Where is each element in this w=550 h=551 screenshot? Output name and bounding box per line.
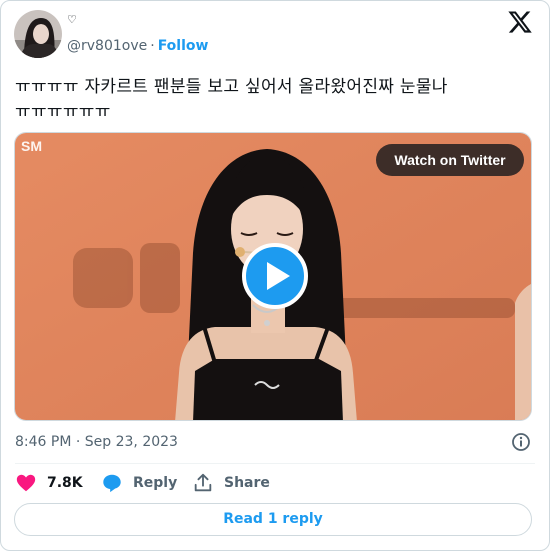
share-label: Share	[224, 475, 270, 491]
author-handle-row: @rv801ove · Follow	[67, 37, 208, 55]
like-count: 7.8K	[47, 475, 83, 491]
tweet-card: ♡ @rv801ove · Follow ㅠㅠㅠㅠ 자카르트 팬분들 보고 싶어서 …	[0, 0, 550, 551]
reply-button[interactable]: Reply	[101, 471, 177, 495]
author-handle[interactable]: @rv801ove	[67, 38, 147, 54]
tweet-text: ㅠㅠㅠㅠ 자카르트 팬분들 보고 싶어서 올라왔어진짜 눈물나 ㅠㅠㅠㅠㅠㅠ	[15, 77, 448, 122]
watch-on-twitter-button[interactable]: Watch on Twitter	[376, 144, 524, 176]
avatar-image	[14, 10, 62, 58]
reply-label: Reply	[133, 475, 178, 491]
read-replies-button[interactable]: Read 1 reply	[14, 503, 532, 536]
share-icon	[194, 473, 212, 492]
info-icon[interactable]	[511, 432, 531, 452]
author-avatar[interactable]	[14, 10, 62, 58]
reply-bubble-icon	[103, 474, 121, 493]
like-button[interactable]: 7.8K	[15, 471, 83, 495]
follow-button[interactable]: Follow	[158, 38, 209, 54]
separator-dot: ·	[150, 38, 155, 54]
sm-watermark: SM	[21, 138, 42, 154]
name-heart-badge: ♡	[67, 13, 77, 26]
divider	[15, 463, 535, 464]
heart-icon	[16, 474, 36, 492]
play-icon[interactable]	[242, 243, 308, 309]
x-logo-icon[interactable]	[507, 9, 533, 35]
tweet-timestamp[interactable]: 8:46 PM · Sep 23, 2023	[15, 432, 178, 452]
share-button[interactable]: Share	[192, 471, 270, 495]
